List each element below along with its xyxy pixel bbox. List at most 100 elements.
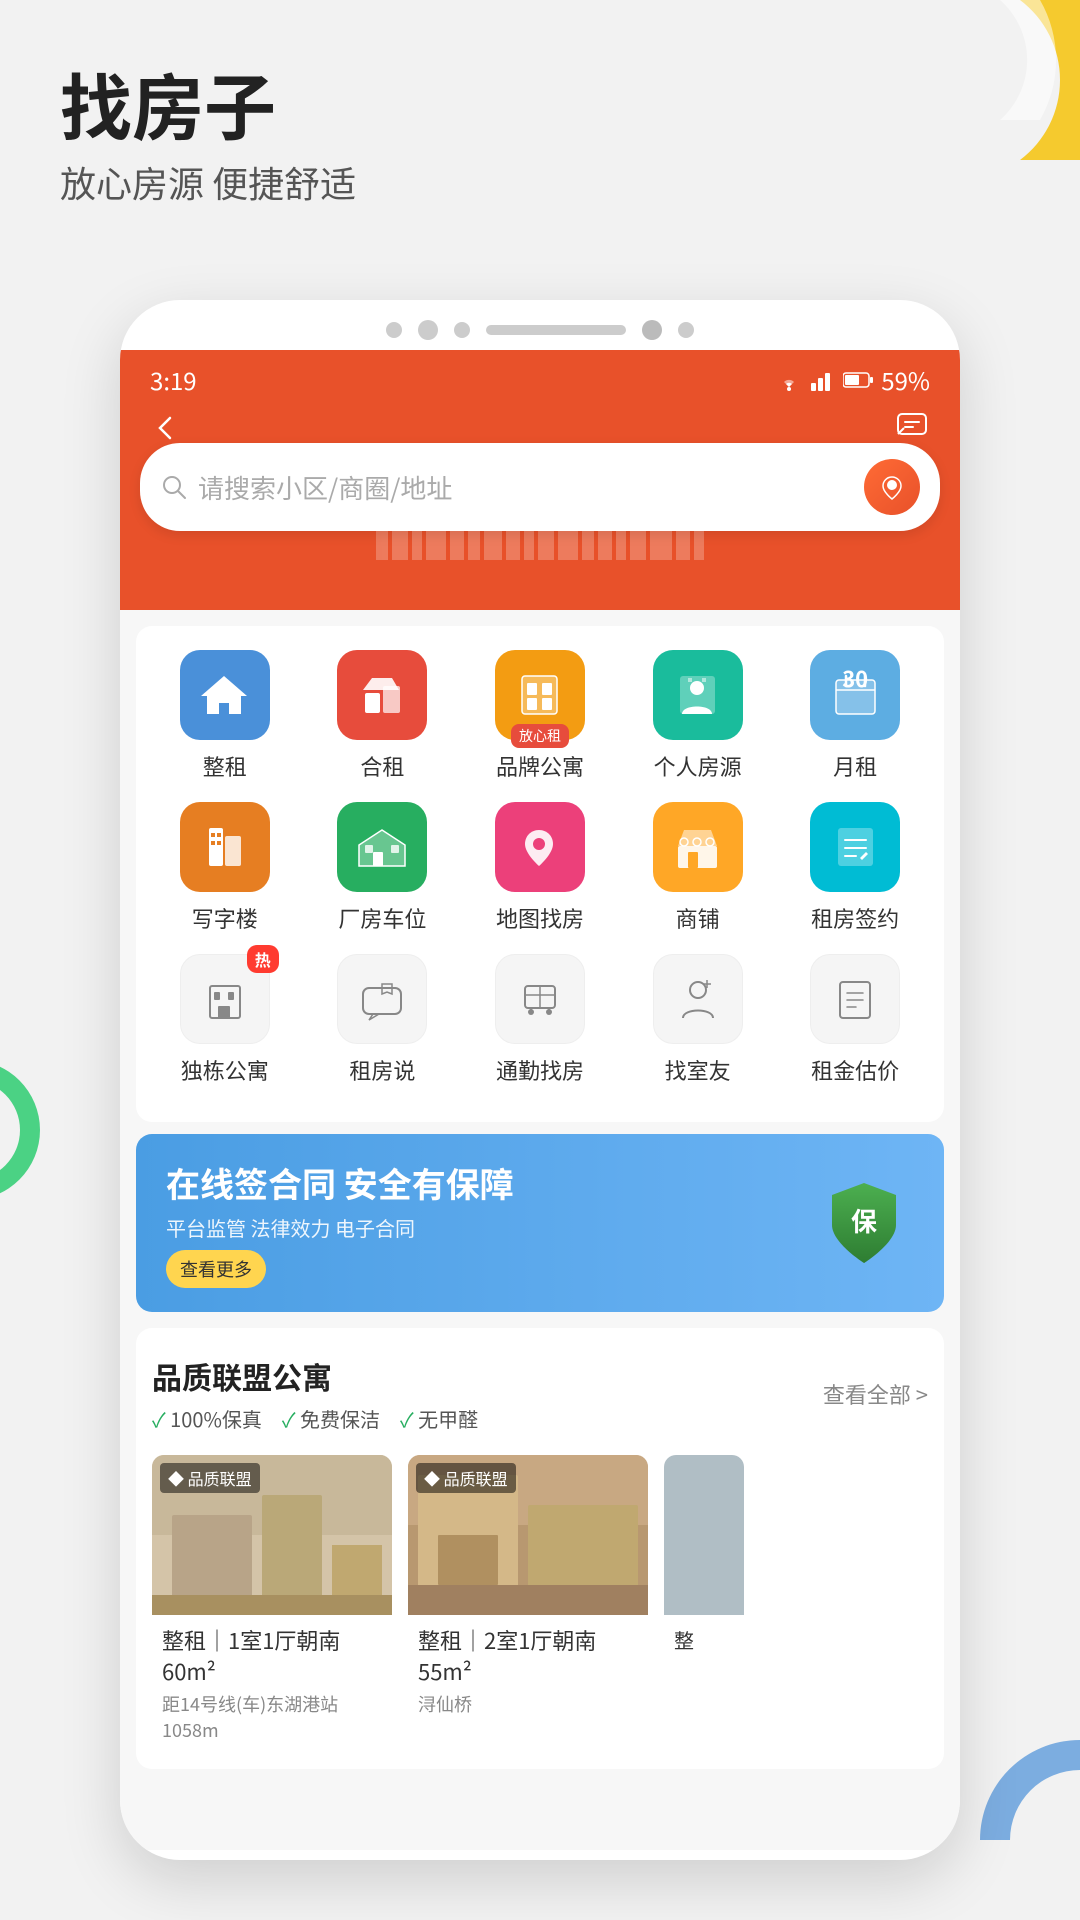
property-card-1[interactable]: ◆ 品质联盟 整租｜1室1厅朝南60m² 距14号线(车)东湖港站1058m: [152, 1455, 392, 1753]
battery-pct: 59%: [881, 362, 930, 397]
shield-icon-wrap: 保: [814, 1173, 914, 1273]
menu-item-ditu[interactable]: 地图找房: [480, 802, 600, 934]
section-badges: 100%保真 免费保洁 无甲醛: [152, 1404, 478, 1433]
menu-item-changfang[interactable]: 厂房车位: [322, 802, 442, 934]
menu-item-geren[interactable]: 个人房源: [638, 650, 758, 782]
deco-bottom-right: [960, 1680, 1080, 1840]
property-card-3-partial[interactable]: 整: [664, 1455, 744, 1753]
brand-apt-icon: [512, 668, 567, 723]
fangxinzu-badge: 放心租: [511, 724, 569, 748]
banner-subtitle: 平台监管 法律效力 电子合同: [166, 1213, 814, 1242]
property-title-2: 整租｜2室1厅朝南55m²: [418, 1625, 638, 1687]
banner-left: 在线签合同 安全有保障 平台监管 法律效力 电子合同 查看更多: [166, 1158, 814, 1288]
chat-house-icon: [357, 974, 407, 1024]
menu-item-tongqin[interactable]: 通勤找房: [480, 954, 600, 1086]
house-split-icon: [355, 668, 410, 723]
factory-icon-wrap: [337, 802, 427, 892]
menu-item-duzhan[interactable]: 热 独栋公寓: [165, 954, 285, 1086]
shiyou-label: 找室友: [665, 1054, 731, 1086]
apartment-icon: [200, 974, 250, 1024]
search-box[interactable]: 请搜索小区/商圈/地址: [140, 443, 940, 531]
deco-left-mid: [0, 1050, 70, 1210]
signal-icon: [811, 369, 835, 391]
deco-top-right: [920, 0, 1080, 160]
commute-icon-wrap: [495, 954, 585, 1044]
property-info-1: 整租｜1室1厅朝南60m² 距14号线(车)东湖港站1058m: [152, 1615, 392, 1753]
roommate-icon: [673, 974, 723, 1024]
geren-label: 个人房源: [654, 750, 742, 782]
chat-house-icon-wrap: [337, 954, 427, 1044]
search-placeholder: 请搜索小区/商圈/地址: [198, 469, 864, 506]
qianyue-label: 租房签约: [811, 902, 899, 934]
shangpu-label: 商铺: [676, 902, 720, 934]
property-cards: ◆ 品质联盟 整租｜1室1厅朝南60m² 距14号线(车)东湖港站1058m: [152, 1455, 928, 1753]
thirty-label: 30: [842, 662, 868, 694]
menu-item-zufangshuo[interactable]: 租房说: [322, 954, 442, 1086]
phone-top-bar: [120, 300, 960, 350]
phone-mockup: 3:19: [120, 300, 960, 1860]
ditu-label: 地图找房: [496, 902, 584, 934]
contract-icon: [828, 820, 883, 875]
section-header: 品质联盟公寓 100%保真 免费保洁 无甲醛 查看全部 >: [152, 1344, 928, 1443]
battery-icon: [843, 372, 873, 388]
shop-icon: [670, 820, 725, 875]
hezu-icon-wrap: [337, 650, 427, 740]
office-icon-wrap: [180, 802, 270, 892]
xiezilou-label: 写字楼: [192, 902, 258, 934]
app-header: 3:19: [120, 350, 960, 610]
menu-item-pinpai[interactable]: 放心租 品牌公寓: [480, 650, 600, 782]
contract-icon-wrap: [810, 802, 900, 892]
location-button[interactable]: [864, 459, 920, 515]
yuzu-label: 月租: [833, 750, 877, 782]
geren-icon-wrap: [653, 650, 743, 740]
badge-formaldehyde: 无甲醛: [400, 1404, 478, 1433]
tongqin-label: 通勤找房: [496, 1054, 584, 1086]
status-right: 59%: [775, 362, 930, 397]
hot-badge: 热: [247, 945, 279, 973]
menu-item-xiezilou[interactable]: 写字楼: [165, 802, 285, 934]
page-header: 找房子 放心房源 便捷舒适: [60, 60, 356, 208]
zhengzu-icon-wrap: [180, 650, 270, 740]
quality-section: 品质联盟公寓 100%保真 免费保洁 无甲醛 查看全部 >: [136, 1328, 944, 1769]
view-all-link[interactable]: 查看全部 >: [823, 1378, 928, 1410]
menu-item-gujia[interactable]: 租金估价: [795, 954, 915, 1086]
shop-icon-wrap: [653, 802, 743, 892]
property-title-3: 整: [674, 1625, 734, 1654]
menu-row-2: 写字楼 厂房车位: [146, 802, 934, 934]
page-title: 找房子: [60, 60, 356, 146]
phone-dot-2: [418, 320, 438, 340]
menu-item-qianyue[interactable]: 租房签约: [795, 802, 915, 934]
gujia-label: 租金估价: [811, 1054, 899, 1086]
menu-item-zhengzu[interactable]: 整租: [165, 650, 285, 782]
duzhan-label: 独栋公寓: [181, 1054, 269, 1086]
menu-item-shiyou[interactable]: 找室友: [638, 954, 758, 1086]
menu-row-1: 整租 合租: [146, 650, 934, 782]
property-img-2: ◆ 品质联盟: [408, 1455, 648, 1615]
svg-text:保: 保: [851, 1202, 877, 1239]
status-bar: 3:19: [120, 350, 960, 397]
office-icon: [197, 820, 252, 875]
menu-item-shangpu[interactable]: 商铺: [638, 802, 758, 934]
property-info-2: 整租｜2室1厅朝南55m² 浔仙桥: [408, 1615, 648, 1727]
property-img-1: ◆ 品质联盟: [152, 1455, 392, 1615]
zhengzu-label: 整租: [203, 750, 247, 782]
banner-title: 在线签合同 安全有保障: [166, 1158, 814, 1207]
banner-btn[interactable]: 查看更多: [166, 1250, 266, 1288]
badge-clean: 免费保洁: [282, 1404, 380, 1433]
zufangshuo-label: 租房说: [349, 1054, 415, 1086]
quality-tag-1: ◆ 品质联盟: [160, 1463, 260, 1493]
badge-100: 100%保真: [152, 1404, 262, 1433]
status-time: 3:19: [150, 362, 197, 397]
property-card-2[interactable]: ◆ 品质联盟 整租｜2室1厅朝南55m² 浔仙桥: [408, 1455, 648, 1753]
menu-item-hezu[interactable]: 合租: [322, 650, 442, 782]
pinpai-label: 品牌公寓: [496, 750, 584, 782]
banner[interactable]: 在线签合同 安全有保障 平台监管 法律效力 电子合同 查看更多 保: [136, 1134, 944, 1312]
hezu-label: 合租: [360, 750, 404, 782]
estimate-icon: [830, 974, 880, 1024]
phone-speaker: [486, 325, 626, 335]
wifi-icon: [775, 369, 803, 391]
property-title-1: 整租｜1室1厅朝南60m²: [162, 1625, 382, 1687]
menu-grid: 整租 合租: [136, 626, 944, 1122]
estimate-icon-wrap: [810, 954, 900, 1044]
menu-item-yuzu[interactable]: 30 月租: [795, 650, 915, 782]
